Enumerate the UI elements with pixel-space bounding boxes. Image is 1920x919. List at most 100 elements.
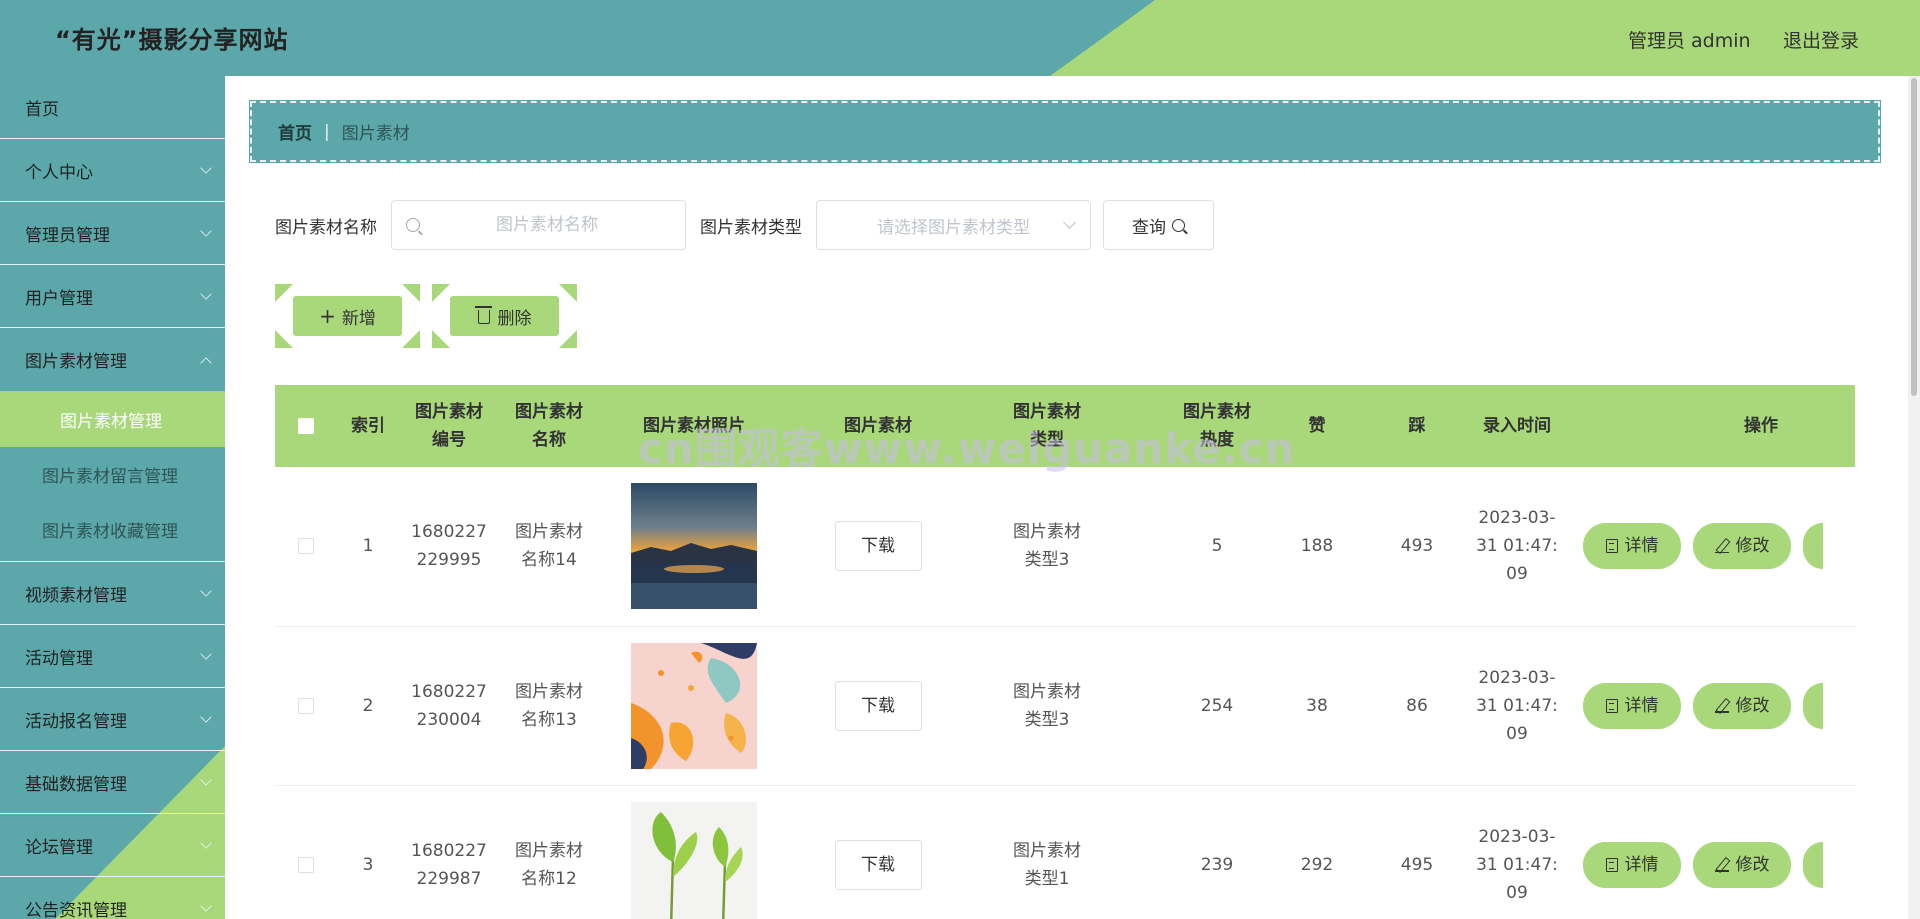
- chevron-down-icon: [200, 225, 212, 237]
- download-button[interactable]: 下载: [834, 521, 922, 572]
- delete-button-label: 删除: [497, 308, 532, 329]
- edit-button[interactable]: 修改: [1693, 523, 1791, 570]
- header-code-line: 编号: [432, 430, 466, 450]
- edit-button[interactable]: 修改: [1693, 682, 1791, 729]
- sidebar-item-admin-mgmt[interactable]: 管理员管理: [0, 202, 225, 265]
- cell-code: 1680227 229987: [399, 785, 499, 919]
- logout-link[interactable]: 退出登录: [1783, 26, 1859, 53]
- select-all-checkbox[interactable]: [298, 418, 314, 434]
- header-heat: 图片素材 热度: [1167, 385, 1267, 467]
- header-like: 赞: [1308, 416, 1326, 436]
- cell-material: 下载: [789, 785, 967, 919]
- sidebar-subitem-image-favorites[interactable]: 图片素材收藏管理: [0, 502, 225, 557]
- delete-button[interactable]: 删除: [432, 284, 577, 348]
- header-material: 图片素材: [844, 416, 912, 436]
- more-action-button[interactable]: [1803, 682, 1823, 729]
- sidebar-item-label: 管理员管理: [25, 225, 110, 246]
- chevron-down-icon: [200, 711, 212, 723]
- sidebar-subitem-image-comments[interactable]: 图片素材留言管理: [0, 447, 225, 502]
- chevron-down-icon: [200, 585, 212, 597]
- trash-icon: [474, 306, 492, 324]
- edit-button[interactable]: 修改: [1693, 841, 1791, 888]
- edit-icon: [1714, 699, 1729, 713]
- cell-time-line: 2023-03-: [1478, 667, 1556, 688]
- type-select[interactable]: 请选择图片素材类型: [816, 200, 1091, 250]
- cell-code-line: 230004: [416, 709, 482, 730]
- sidebar-item-activity-mgmt[interactable]: 活动管理: [0, 625, 225, 688]
- sidebar-item-user-mgmt[interactable]: 用户管理: [0, 265, 225, 328]
- header-actions: 操作: [1744, 416, 1778, 436]
- cell-material: 下载: [789, 626, 967, 785]
- sidebar-item-profile[interactable]: 个人中心: [0, 139, 225, 202]
- header-heat-line: 热度: [1200, 430, 1234, 450]
- cell-code-line: 229987: [416, 868, 482, 889]
- cell-time-line: 09: [1506, 723, 1528, 744]
- add-button[interactable]: + 新增: [275, 284, 420, 348]
- chevron-down-icon: [200, 648, 212, 660]
- breadcrumb-home[interactable]: 首页: [278, 119, 312, 144]
- button-decoration: [275, 330, 293, 348]
- row-checkbox[interactable]: [298, 697, 314, 714]
- download-button[interactable]: 下载: [834, 680, 922, 731]
- cell-dislike: 86: [1406, 695, 1428, 716]
- detail-button[interactable]: 详情: [1583, 682, 1681, 729]
- cell-code-line: 1680227: [411, 681, 487, 702]
- cell-like: 38: [1306, 695, 1328, 716]
- cell-time-line: 2023-03-: [1478, 826, 1556, 847]
- edit-icon: [1714, 539, 1729, 554]
- cell-index: 1: [362, 536, 374, 557]
- row-actions: 详情 修改: [1571, 523, 1855, 570]
- sidebar-item-basic-data[interactable]: 基础数据管理: [0, 751, 225, 814]
- row-checkbox[interactable]: [298, 538, 314, 555]
- sidebar-item-video-mgmt[interactable]: 视频素材管理: [0, 562, 225, 625]
- name-search-field[interactable]: [391, 200, 686, 250]
- chevron-down-icon: [200, 774, 212, 786]
- cell-time: 2023-03- 31 01:47: 09: [1467, 467, 1567, 626]
- add-button-label: 新增: [341, 308, 376, 329]
- sidebar-item-news-mgmt[interactable]: 公告资讯管理: [0, 877, 225, 919]
- more-action-button[interactable]: [1803, 841, 1823, 888]
- sidebar-item-label: 基础数据管理: [25, 774, 127, 795]
- sidebar-item-home[interactable]: 首页: [0, 76, 225, 139]
- page-scrollbar[interactable]: [1908, 76, 1920, 919]
- button-decoration: [432, 330, 450, 348]
- download-button[interactable]: 下载: [834, 839, 922, 890]
- table-header-row: 索引 图片素材 编号 图片素材 名称 图片素材照片 图片素材 图片素材 类型 图片素材…: [275, 385, 1855, 467]
- cell-type: 图片素材 类型3: [967, 467, 1127, 626]
- chevron-down-icon: [200, 288, 212, 300]
- sidebar-item-signup-mgmt[interactable]: 活动报名管理: [0, 688, 225, 751]
- delete-button-body[interactable]: 删除: [450, 296, 559, 336]
- breadcrumb-separator: |: [324, 121, 330, 142]
- name-search-input[interactable]: [432, 215, 662, 235]
- cell-code: 1680227 229995: [399, 467, 499, 626]
- detail-button[interactable]: 详情: [1583, 841, 1681, 888]
- cell-dislike: 493: [1400, 536, 1434, 557]
- scrollbar-thumb[interactable]: [1911, 78, 1917, 396]
- cell-like: 292: [1300, 854, 1334, 875]
- cell-like: 188: [1300, 536, 1334, 557]
- sidebar-subitem-image-mgmt[interactable]: 图片素材管理: [0, 391, 225, 447]
- cell-actions: 详情 修改: [1567, 785, 1855, 919]
- add-button-body[interactable]: + 新增: [293, 296, 402, 336]
- cell-name-line: 名称14: [521, 550, 577, 571]
- cell-index: 3: [362, 854, 374, 875]
- sidebar-item-label: 活动管理: [25, 648, 93, 669]
- header-index: 索引: [351, 416, 385, 436]
- edit-button-label: 修改: [1735, 536, 1770, 557]
- sidebar-item-label: 图片素材管理: [25, 352, 127, 372]
- plus-icon: +: [319, 304, 336, 328]
- sidebar-item-image-mgmt[interactable]: 图片素材管理: [0, 328, 225, 391]
- cell-name-line: 名称12: [521, 868, 577, 889]
- detail-button[interactable]: 详情: [1583, 523, 1681, 570]
- sidebar-item-label: 首页: [25, 99, 59, 120]
- query-button[interactable]: 查询: [1103, 200, 1214, 250]
- autumn-leaves-photo: [631, 642, 757, 769]
- header-code-line: 图片素材: [415, 402, 483, 422]
- button-decoration: [432, 284, 450, 302]
- cell-name-line: 名称13: [521, 709, 577, 730]
- more-action-button[interactable]: [1803, 523, 1823, 570]
- row-checkbox[interactable]: [298, 856, 314, 873]
- chevron-down-icon: [200, 162, 212, 174]
- sidebar-item-forum-mgmt[interactable]: 论坛管理: [0, 814, 225, 877]
- header-type: 图片素材 类型: [967, 385, 1127, 467]
